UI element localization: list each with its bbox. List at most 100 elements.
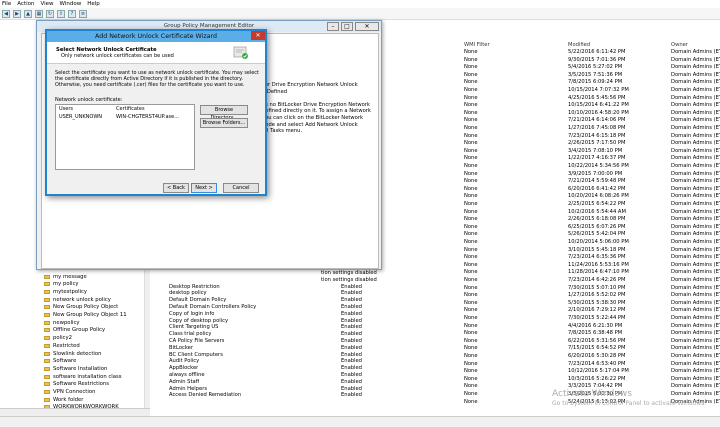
table-cell: Domain Admins (ETEC xyxy=(671,49,720,55)
gpo-status: Enabled xyxy=(341,378,362,385)
table-cell: Domain Admins (ETEC xyxy=(671,208,720,215)
tree-item[interactable]: my policy xyxy=(44,281,79,288)
tree-item[interactable]: software installation class xyxy=(44,373,122,380)
help-icon[interactable]: ? xyxy=(68,9,76,18)
tree-item[interactable]: Software Restrictions xyxy=(44,381,109,388)
gpo-name[interactable]: Class trial policy xyxy=(169,331,211,337)
gpo-status: Enabled xyxy=(341,372,362,378)
gpo-name[interactable]: AppBlocker xyxy=(169,365,198,371)
folder-icon xyxy=(44,374,50,379)
row-cert[interactable]: WIN-CHGTERST4UP.ase... xyxy=(116,114,179,120)
tree-item[interactable]: my message xyxy=(44,273,87,280)
properties-icon[interactable]: ≡ xyxy=(79,9,87,18)
column-users[interactable]: Users xyxy=(59,106,73,112)
folder-icon xyxy=(44,328,50,333)
tree-item-label: software installation class xyxy=(53,373,122,380)
gpo-name[interactable]: CA Policy File Servers xyxy=(169,338,224,344)
table-cell: Domain Admins (ETEC xyxy=(671,132,720,139)
tree-item[interactable]: New Group Policy Object xyxy=(44,304,118,311)
browse-folders-button[interactable]: Browse Folders... xyxy=(200,118,248,128)
folder-icon xyxy=(44,397,50,402)
table-cell: 7/23/2014 6:15:18 PM xyxy=(568,132,626,139)
tree-item[interactable]: Restricted xyxy=(44,342,80,349)
table-cell: None xyxy=(464,360,478,367)
gpo-details-table: WMI Filter Modified Owner None 5/22/2016 6:1… xyxy=(461,20,720,416)
tree-item[interactable]: VPN Connection xyxy=(44,389,95,396)
tree-item[interactable]: policy2 xyxy=(44,335,72,342)
table-cell: 2/10/2016 7:29:12 PM xyxy=(568,307,626,314)
menu-window[interactable]: Window xyxy=(60,1,82,7)
column-header[interactable]: Modified xyxy=(568,42,590,48)
gpo-name[interactable]: always offline xyxy=(169,372,205,378)
table-cell: 10/3/2016 5:26:22 PM xyxy=(568,375,626,382)
network-unlock-wizard[interactable]: Add Network Unlock Certificate Wizard ✕ … xyxy=(45,29,267,196)
table-cell: Domain Admins (ETEC xyxy=(671,155,720,162)
tree-item[interactable]: Slowlink detection xyxy=(44,350,101,357)
dialog-header-subtitle: Only network unlock certificates can be … xyxy=(61,53,174,59)
tree-item[interactable]: network unlock policy xyxy=(44,296,111,303)
gpo-name[interactable]: BC Client Computers xyxy=(169,352,223,358)
table-cell: None xyxy=(464,109,478,116)
gpo-name[interactable]: Admin Staff xyxy=(169,379,199,385)
column-header[interactable]: Owner xyxy=(671,42,688,48)
show-hide-tree-icon[interactable]: ▦ xyxy=(35,9,43,18)
tree-item[interactable]: Software Installation xyxy=(44,365,107,372)
tree-item[interactable]: newpolicy xyxy=(44,319,80,326)
table-cell: None xyxy=(464,132,478,139)
tree-item[interactable]: New Group Policy Object 11 xyxy=(44,312,127,319)
up-icon[interactable]: ▲ xyxy=(24,9,32,18)
cancel-button[interactable]: Cancel xyxy=(223,183,259,193)
minimize-button[interactable]: – xyxy=(327,22,339,31)
table-cell: 5/22/2016 6:11:42 PM xyxy=(568,49,626,55)
forward-icon[interactable]: ▶ xyxy=(13,9,21,18)
gpo-name[interactable]: Audit Policy xyxy=(169,358,199,364)
table-cell: 3/5/2015 7:51:36 PM xyxy=(568,71,623,78)
gpo-name[interactable]: Copy of login info xyxy=(169,311,214,317)
menu-view[interactable]: View xyxy=(40,1,53,7)
tree-item[interactable]: mytestpolicy xyxy=(44,288,87,295)
watermark-line: Activate Windows xyxy=(552,389,632,399)
menu-help[interactable]: Help xyxy=(87,1,100,7)
row-user[interactable]: USER_UNKNOWN xyxy=(59,114,102,120)
menu-file[interactable]: File xyxy=(2,1,11,7)
table-cell: None xyxy=(464,87,478,93)
column-header[interactable]: WMI Filter xyxy=(464,42,490,48)
table-cell: Domain Admins (ETEC xyxy=(671,117,720,124)
table-cell: Domain Admins (ETEC xyxy=(671,299,720,306)
table-cell: 7/21/2014 6:14:06 PM xyxy=(568,117,626,124)
gpo-name[interactable]: Default Domain Controllers Policy xyxy=(169,304,256,310)
tree-hscrollbar[interactable] xyxy=(0,408,150,416)
dialog-close-button[interactable]: ✕ xyxy=(251,31,265,40)
tree-item[interactable]: Offline Group Policy xyxy=(44,327,105,334)
refresh-icon[interactable]: ↻ xyxy=(46,9,54,18)
back-icon[interactable]: ◀ xyxy=(2,9,10,18)
export-icon[interactable]: ⇪ xyxy=(57,9,65,18)
tree-item[interactable]: Software xyxy=(44,358,76,365)
tree-item[interactable]: Work folder xyxy=(44,396,83,403)
maximize-button[interactable]: □ xyxy=(341,22,353,31)
column-certificates[interactable]: Certificates xyxy=(116,106,145,112)
gpo-name[interactable]: BitLocker xyxy=(169,345,193,351)
gpo-name[interactable]: Client Targeting US xyxy=(169,324,218,330)
table-cell: Domain Admins (ETEC xyxy=(671,246,720,253)
gpo-name[interactable]: desktop policy xyxy=(169,290,207,296)
browse-directory-button[interactable]: Browse Directory... xyxy=(200,105,248,121)
menu-action[interactable]: Action xyxy=(17,1,34,7)
table-cell: Domain Admins (ETEC xyxy=(671,170,720,177)
table-cell: None xyxy=(464,299,478,306)
gpo-name[interactable]: Admin Helpers xyxy=(169,386,207,392)
gpo-name[interactable]: Access Denied Remediation xyxy=(169,392,241,398)
gpo-name[interactable]: Desktop Restriction xyxy=(169,284,220,290)
table-cell: 6/25/2015 6:07:26 PM xyxy=(568,223,626,230)
certificate-list[interactable]: Users Certificates USER_UNKNOWN WIN-CHGT… xyxy=(55,104,195,170)
tree-scrollbar[interactable] xyxy=(144,270,150,408)
table-cell: 5/26/2015 5:42:04 PM xyxy=(568,231,626,238)
close-button[interactable]: ✕ xyxy=(355,22,379,31)
back-button[interactable]: < Back xyxy=(163,183,189,193)
next-button[interactable]: Next > xyxy=(191,183,217,193)
gpo-name[interactable]: Default Domain Policy xyxy=(169,297,226,303)
tree-item-label: network unlock policy xyxy=(53,296,111,303)
table-cell: None xyxy=(464,178,478,185)
table-cell: 3/9/2015 7:00:00 PM xyxy=(568,170,623,177)
gpo-name[interactable]: Copy of desktop policy xyxy=(169,318,228,324)
